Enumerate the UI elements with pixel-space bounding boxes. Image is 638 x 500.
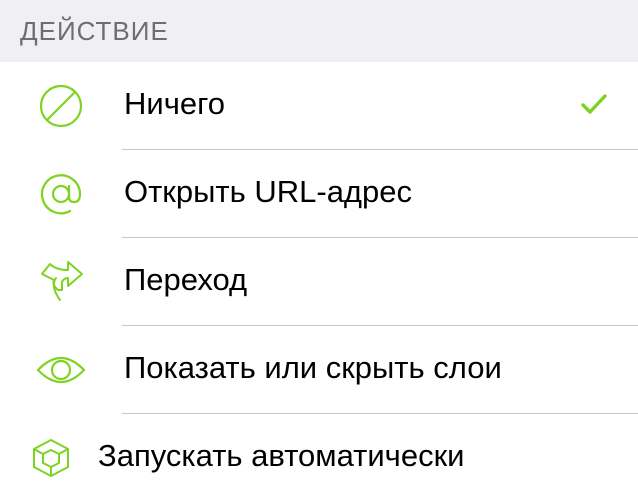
auto-run-cube-icon — [33, 439, 69, 477]
at-sign-icon — [40, 174, 82, 215]
action-option-label: Показать или скрыть слои — [124, 350, 502, 385]
auto-run-toggle-row[interactable]: Запускать автоматически — [0, 414, 638, 500]
checkmark-icon — [581, 94, 607, 114]
action-option-open-url[interactable]: Открыть URL-адрес — [0, 150, 638, 238]
action-option-label: Ничего — [124, 86, 225, 121]
action-option-jump[interactable]: Переход — [0, 238, 638, 326]
section-header: ДЕЙСТВИЕ — [0, 0, 638, 62]
action-option-label: Переход — [124, 262, 248, 297]
none-icon — [39, 84, 83, 128]
action-option-label: Открыть URL-адрес — [124, 174, 413, 209]
section-title: ДЕЙСТВИЕ — [20, 16, 169, 46]
action-option-none[interactable]: Ничего — [0, 62, 638, 150]
action-settings-screen: ДЕЙСТВИЕ Ничего Открыть URL-адрес Перехо… — [0, 0, 638, 500]
action-list: Ничего Открыть URL-адрес Переход Показат… — [0, 62, 638, 500]
auto-run-label: Запускать автоматически — [98, 438, 465, 473]
action-option-show-hide-layers[interactable]: Показать или скрыть слои — [0, 326, 638, 414]
eye-icon — [36, 356, 86, 384]
jump-arrow-icon — [41, 261, 83, 301]
